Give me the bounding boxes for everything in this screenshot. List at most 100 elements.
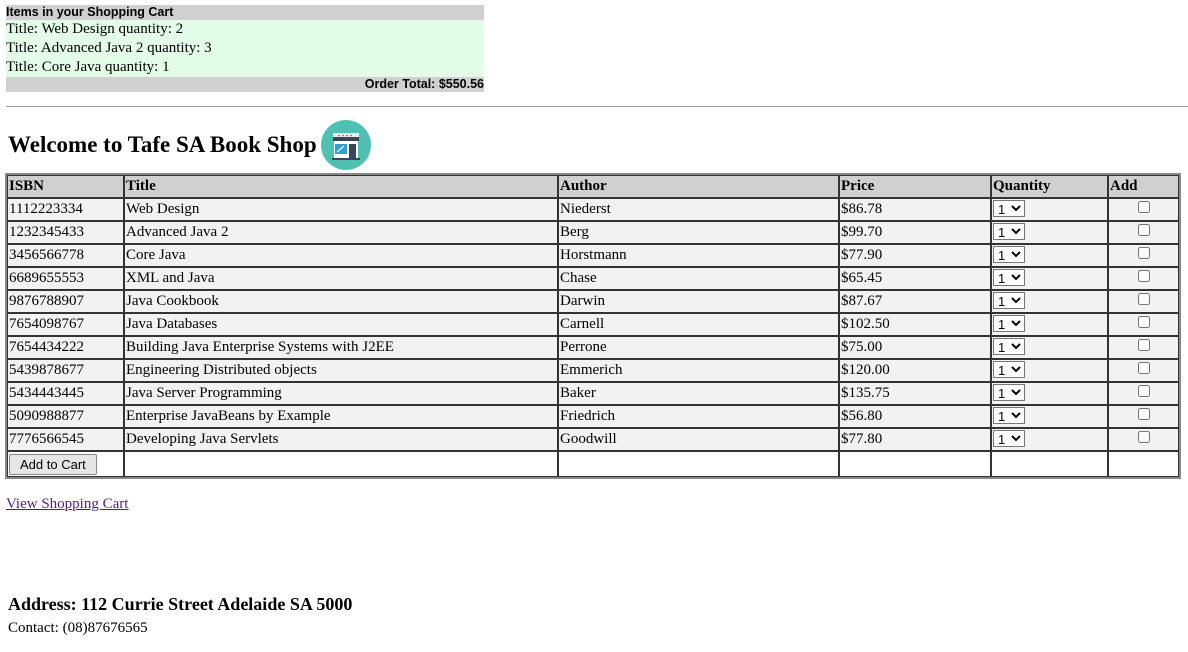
- shop-address: Address: 112 Currie Street Adelaide SA 5…: [8, 594, 353, 614]
- add-checkbox[interactable]: [1137, 201, 1150, 213]
- quantity-cell: 1: [991, 359, 1108, 382]
- add-checkbox[interactable]: [1137, 431, 1150, 443]
- table-header-row: ISBN Title Author Price Quantity Add: [7, 175, 1179, 198]
- add-checkbox[interactable]: [1137, 408, 1150, 420]
- cart-item: Title: Web Design quantity: 2: [6, 20, 484, 39]
- title-cell: Core Java: [124, 244, 558, 267]
- quantity-cell: 1: [991, 267, 1108, 290]
- add-cell: [1108, 290, 1179, 313]
- table-row: 3456566778 Core Java Horstmann $77.90 1: [7, 244, 1179, 267]
- title-cell: Java Databases: [124, 313, 558, 336]
- empty-cell: [558, 451, 839, 477]
- quantity-cell: 1: [991, 428, 1108, 451]
- table-row: 6689655553 XML and Java Chase $65.45 1: [7, 267, 1179, 290]
- column-header-add: Add: [1108, 175, 1179, 198]
- quantity-select[interactable]: 1: [993, 292, 1025, 309]
- cart-item: Title: Advanced Java 2 quantity: 3: [6, 39, 484, 58]
- quantity-select[interactable]: 1: [993, 200, 1025, 217]
- add-checkbox[interactable]: [1137, 270, 1150, 282]
- order-total: Order Total: $550.56: [6, 77, 484, 92]
- column-header-quantity: Quantity: [991, 175, 1108, 198]
- quantity-select[interactable]: 1: [993, 384, 1025, 401]
- table-row: 5090988877 Enterprise JavaBeans by Exampl…: [7, 405, 1179, 428]
- empty-cell: [1108, 451, 1179, 477]
- add-cell: [1108, 313, 1179, 336]
- quantity-select[interactable]: 1: [993, 223, 1025, 240]
- quantity-cell: 1: [991, 382, 1108, 405]
- add-checkbox[interactable]: [1137, 362, 1150, 374]
- quantity-cell: 1: [991, 405, 1108, 428]
- table-row: 5434443445 Java Server Programming Baker $1…: [7, 382, 1179, 405]
- title-cell: Java Cookbook: [124, 290, 558, 313]
- title-cell: Building Java Enterprise Systems with J2…: [124, 336, 558, 359]
- isbn-cell: 6689655553: [7, 267, 124, 290]
- add-cell: [1108, 428, 1179, 451]
- author-cell: Berg: [558, 221, 839, 244]
- empty-cell: [839, 451, 991, 477]
- quantity-select[interactable]: 1: [993, 407, 1025, 424]
- table-row: 7654098767 Java Databases Carnell $102.50 1: [7, 313, 1179, 336]
- add-checkbox[interactable]: [1137, 247, 1150, 259]
- add-checkbox[interactable]: [1137, 224, 1150, 236]
- author-cell: Niederst: [558, 198, 839, 221]
- table-row: 7654434222 Building Java Enterprise Syste…: [7, 336, 1179, 359]
- title-cell: Java Server Programming: [124, 382, 558, 405]
- isbn-cell: 9876788907: [7, 290, 124, 313]
- title-cell: Enterprise JavaBeans by Example: [124, 405, 558, 428]
- isbn-cell: 1112223334: [7, 198, 124, 221]
- table-row: 5439878677 Engineering Distributed object…: [7, 359, 1179, 382]
- quantity-cell: 1: [991, 336, 1108, 359]
- quantity-select[interactable]: 1: [993, 338, 1025, 355]
- add-checkbox[interactable]: [1137, 316, 1150, 328]
- storefront-icon: [320, 120, 371, 170]
- author-cell: Friedrich: [558, 405, 839, 428]
- isbn-cell: 5439878677: [7, 359, 124, 382]
- author-cell: Chase: [558, 267, 839, 290]
- add-cell: [1108, 198, 1179, 221]
- table-row: 7776566545 Developing Java Servlets Goodwi…: [7, 428, 1179, 451]
- title-cell: Advanced Java 2: [124, 221, 558, 244]
- page-title: Welcome to Tafe SA Book Shop: [8, 132, 317, 157]
- add-cell: [1108, 267, 1179, 290]
- horizontal-rule: [6, 106, 1188, 107]
- add-cell: [1108, 405, 1179, 428]
- price-cell: $75.00: [839, 336, 991, 359]
- view-shopping-cart-link[interactable]: View Shopping Cart: [6, 496, 128, 513]
- price-cell: $120.00: [839, 359, 991, 382]
- quantity-select[interactable]: 1: [993, 361, 1025, 378]
- price-cell: $135.75: [839, 382, 991, 405]
- isbn-cell: 3456566778: [7, 244, 124, 267]
- add-checkbox[interactable]: [1137, 339, 1150, 351]
- add-cell: [1108, 336, 1179, 359]
- action-cell: Add to Cart: [7, 451, 124, 477]
- cart-summary-header: Items in your Shopping Cart: [6, 5, 484, 20]
- quantity-select[interactable]: 1: [993, 315, 1025, 332]
- author-cell: Carnell: [558, 313, 839, 336]
- author-cell: Baker: [558, 382, 839, 405]
- title-cell: XML and Java: [124, 267, 558, 290]
- isbn-cell: 5434443445: [7, 382, 124, 405]
- quantity-select[interactable]: 1: [993, 246, 1025, 263]
- quantity-cell: 1: [991, 313, 1108, 336]
- column-header-isbn: ISBN: [7, 175, 124, 198]
- table-action-row: Add to Cart: [7, 451, 1179, 477]
- cart-item: Title: Core Java quantity: 1: [6, 58, 484, 77]
- author-cell: Darwin: [558, 290, 839, 313]
- column-header-title: Title: [124, 175, 558, 198]
- add-cell: [1108, 382, 1179, 405]
- column-header-price: Price: [839, 175, 991, 198]
- price-cell: $87.67: [839, 290, 991, 313]
- add-checkbox[interactable]: [1137, 385, 1150, 397]
- title-cell: Developing Java Servlets: [124, 428, 558, 451]
- add-checkbox[interactable]: [1137, 293, 1150, 305]
- price-cell: $99.70: [839, 221, 991, 244]
- quantity-select[interactable]: 1: [993, 269, 1025, 286]
- quantity-select[interactable]: 1: [993, 430, 1025, 447]
- add-to-cart-button[interactable]: Add to Cart: [9, 453, 97, 475]
- price-cell: $102.50: [839, 313, 991, 336]
- price-cell: $65.45: [839, 267, 991, 290]
- author-cell: Perrone: [558, 336, 839, 359]
- empty-cell: [124, 451, 558, 477]
- isbn-cell: 5090988877: [7, 405, 124, 428]
- quantity-cell: 1: [991, 198, 1108, 221]
